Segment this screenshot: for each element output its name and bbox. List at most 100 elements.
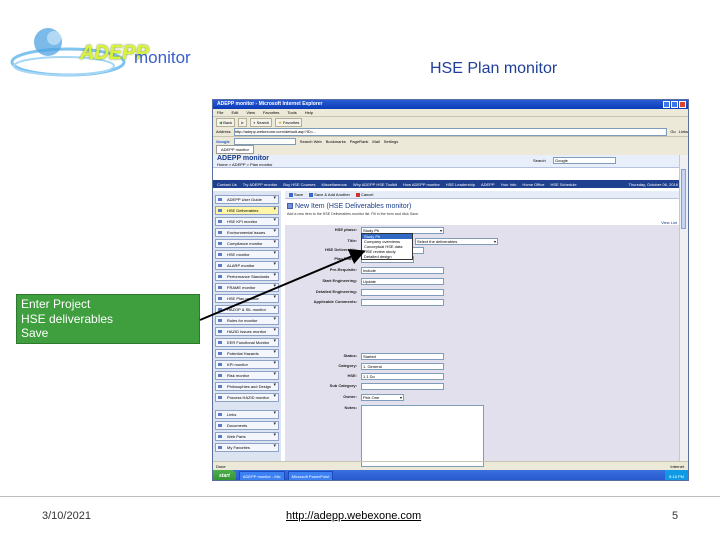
field-label: Plan Phase: [334,256,357,261]
start-button[interactable]: start [213,470,236,480]
form-toolbar: Save Save & Add Another Cancel [285,191,679,199]
forward-button[interactable]: ▶ [238,117,248,127]
field-input[interactable]: Started [361,353,444,360]
nav-item[interactable]: Why ADEPP HSE Toolkit [353,182,397,187]
menu-tools[interactable]: Tools [287,110,296,115]
sidebar-item[interactable]: FRAME monitor [215,283,279,292]
sidebar-item[interactable]: Performance Standards [215,272,279,281]
item-form: HSE phase:Study PhTitle:Select the deliv… [285,225,679,467]
sidebar-item[interactable]: HAZOP & SIL monitor [215,305,279,314]
callout-line: Save [21,326,49,340]
browser-tab[interactable]: ADEPP monitor [216,145,254,154]
cancel-button[interactable]: Cancel [355,192,373,197]
sidebar-item[interactable]: HSE Deliverables [215,206,279,215]
menu-bar: File Edit View Favorites Tools Help [213,109,688,116]
field-input[interactable] [361,405,484,467]
sidebar-item[interactable]: KPI monitor [215,360,279,369]
sidebar-item[interactable]: Rules for monitor [215,316,279,325]
sidebar-item[interactable]: EER Functional Monitor [215,338,279,347]
nav-item[interactable]: Buy HSE Courses [283,182,315,187]
sidebar-item[interactable]: Documents [215,421,279,430]
save-add-another-button[interactable]: Save & Add Another [309,192,350,197]
field-label: Detailed Engineering: [315,289,357,294]
links-label[interactable]: Links [679,129,688,134]
field-input[interactable]: Update [361,278,444,285]
sidebar-item[interactable]: HSE KPI monitor [215,217,279,226]
sidebar-item[interactable]: HSE monitor [215,250,279,259]
field-label: HSE: [347,373,357,378]
field-label: Category: [338,363,357,368]
list-icon [287,203,293,209]
nav-item[interactable]: Home Office [522,182,544,187]
google-label: Google [216,138,230,144]
google-search-button[interactable]: Search Web [300,139,322,144]
sidebar-item[interactable]: Process HAZID monitor [215,393,279,402]
google-tool-pagerank[interactable]: PageRank [350,139,369,144]
field-label: Owner: [343,394,357,399]
address-input[interactable]: http://adepp.webexone.com/default.asp?ID… [233,127,668,136]
nav-item[interactable]: Miscellaneous [322,182,347,187]
site-search-input[interactable]: Google [553,157,616,164]
nav-item[interactable]: HSE Leadership [446,182,475,187]
sidebar-item[interactable]: Philosophies and Design [215,382,279,391]
google-tool-settings[interactable]: Settings [384,139,398,144]
maximize-icon[interactable] [671,101,678,108]
field-input[interactable]: 1. General [361,363,444,370]
sidebar-item[interactable]: ADEPP User Guide [215,195,279,204]
field-input[interactable] [361,383,444,390]
window-titlebar: ADEPP monitor - Microsoft Internet Explo… [213,100,688,109]
menu-view[interactable]: View [246,110,255,115]
google-tool-mail[interactable]: Mail [372,139,379,144]
hse-phase-dropdown-list[interactable]: Study Ph Company overviews Conceptual HSE … [361,233,413,260]
minimize-icon[interactable] [663,101,670,108]
nav-item[interactable]: Contact Us [217,182,237,187]
menu-file[interactable]: File [217,110,223,115]
save-button[interactable]: Save [289,192,303,197]
google-tool-bookmarks[interactable]: Bookmarks [326,139,346,144]
taskbar-item[interactable]: Microsoft PowerPoint [287,471,334,480]
nav-item[interactable]: Your Info [501,182,517,187]
sidebar-item[interactable]: Environmental Issues [215,228,279,237]
menu-favorites[interactable]: Favorites [263,110,279,115]
favorites-label: Favorites [282,119,300,125]
nav-item[interactable]: ADEPP [481,182,495,187]
sidebar-item[interactable]: Links [215,410,279,419]
field-input[interactable]: Pick One [361,394,404,401]
nav-item[interactable]: Try ADEPP monitor [243,182,277,187]
browser-tab-bar: ADEPP monitor [213,145,688,154]
scrollbar-thumb[interactable] [681,169,686,229]
sidebar-item[interactable]: My Favorites [215,443,279,452]
form-hint: Add a new item to the HSE Deliverables m… [287,212,420,216]
search-button[interactable]: ⌕ Search [250,117,273,127]
taskbar-item[interactable]: ADEPP monitor - Mic [238,471,285,480]
sidebar-item[interactable]: Compliance monitor [215,239,279,248]
breadcrumb[interactable]: Home > ADEPP > Plan monitor [217,162,273,167]
field-input[interactable]: Select the deliverables [415,238,498,245]
field-input[interactable] [361,299,444,306]
favorites-button[interactable]: ★ Favorites [275,117,303,127]
field-input[interactable]: Include [361,267,444,274]
close-icon[interactable] [679,101,686,108]
form-title: New Item (HSE Deliverables monitor) [295,203,412,210]
field-input[interactable]: 1.1 Do [361,373,444,380]
google-toolbar: Google Search Web Bookmarks PageRank Mai… [213,136,688,145]
field-input[interactable] [361,289,444,296]
dropdown-option[interactable]: Detailed design [362,254,412,259]
footer-url[interactable]: http://adepp.webexone.com [286,510,421,522]
sidebar-item[interactable]: Web Parts [215,432,279,441]
page-scrollbar[interactable] [679,155,688,461]
nav-item[interactable]: How ADEPP monitor [403,182,440,187]
go-button[interactable]: Go [670,129,675,134]
sidebar-item[interactable]: HAZID Issues monitor [215,327,279,336]
menu-edit[interactable]: Edit [231,110,238,115]
menu-help[interactable]: Help [305,110,313,115]
site-nav: Contact Us Try ADEPP monitor Buy HSE Cou… [213,180,682,188]
nav-item[interactable]: HSE Schedule [551,182,577,187]
back-button[interactable]: ◀ Back [216,117,236,127]
sidebar-item[interactable]: Risk monitor [215,371,279,380]
sidebar-item[interactable]: ALARP monitor [215,261,279,270]
sidebar-item[interactable]: Potential Hazards [215,349,279,358]
sidebar-item[interactable]: HSE Plan monitor [215,294,279,303]
footer-divider [0,496,720,497]
google-search-input[interactable] [233,137,296,145]
